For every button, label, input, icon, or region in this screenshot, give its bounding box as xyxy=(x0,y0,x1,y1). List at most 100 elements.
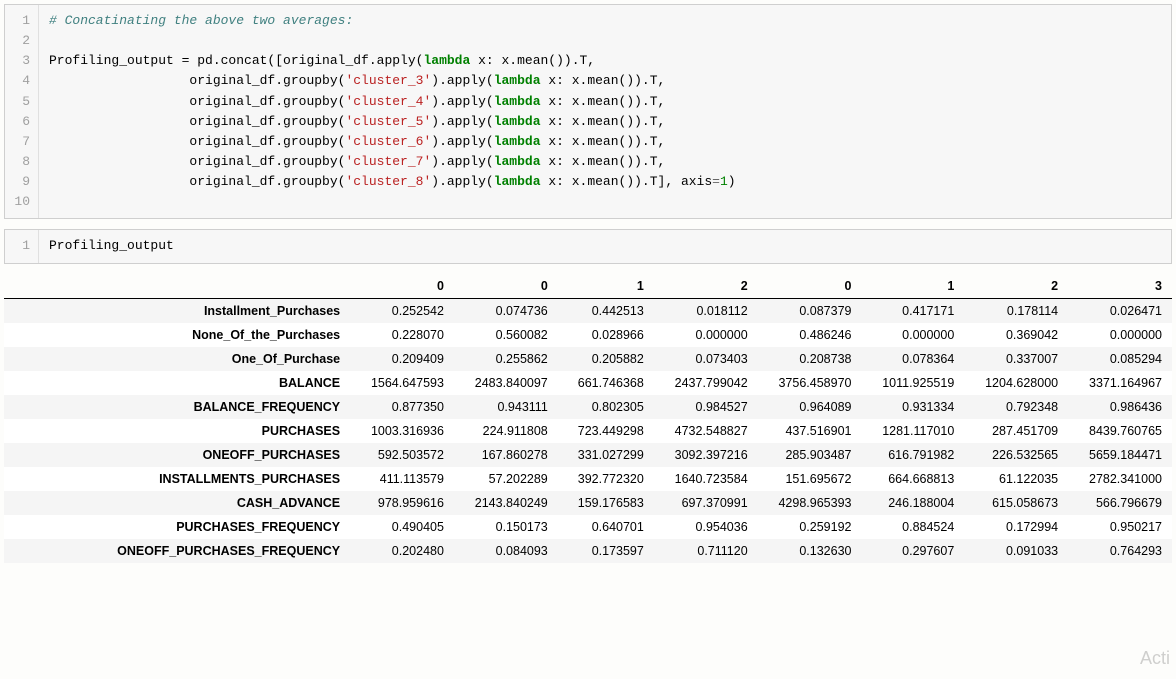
cell-value: 167.860278 xyxy=(454,443,558,467)
row-index: PURCHASES_FREQUENCY xyxy=(4,515,350,539)
table-row: Installment_Purchases0.2525420.0747360.4… xyxy=(4,298,1172,323)
table-row: One_Of_Purchase0.2094090.2558620.2058820… xyxy=(4,347,1172,371)
column-header: 2 xyxy=(964,274,1068,299)
cell-value: 2782.341000 xyxy=(1068,467,1172,491)
table-row: CASH_ADVANCE978.9596162143.840249159.176… xyxy=(4,491,1172,515)
cell-value: 2437.799042 xyxy=(654,371,758,395)
cell-value: 224.911808 xyxy=(454,419,558,443)
cell-value: 0.028966 xyxy=(558,323,654,347)
cell-value: 0.417171 xyxy=(861,298,964,323)
cell-value: 437.516901 xyxy=(758,419,862,443)
cell-value: 159.176583 xyxy=(558,491,654,515)
cell-value: 0.087379 xyxy=(758,298,862,323)
cell-value: 0.764293 xyxy=(1068,539,1172,563)
cell-value: 664.668813 xyxy=(861,467,964,491)
cell-value: 697.370991 xyxy=(654,491,758,515)
cell-value: 566.796679 xyxy=(1068,491,1172,515)
cell-value: 0.442513 xyxy=(558,298,654,323)
cell-value: 0.000000 xyxy=(654,323,758,347)
cell-value: 592.503572 xyxy=(350,443,454,467)
cell-value: 0.877350 xyxy=(350,395,454,419)
cell-value: 0.000000 xyxy=(861,323,964,347)
cell-value: 61.122035 xyxy=(964,467,1068,491)
code-text: Profiling_output xyxy=(49,238,174,253)
column-header: 2 xyxy=(654,274,758,299)
column-header: 3 xyxy=(1068,274,1172,299)
cell-value: 0.205882 xyxy=(558,347,654,371)
windows-activation-watermark: Acti xyxy=(1140,648,1170,669)
table-row: INSTALLMENTS_PURCHASES411.11357957.20228… xyxy=(4,467,1172,491)
cell-value: 0.884524 xyxy=(861,515,964,539)
cell-value: 0.228070 xyxy=(350,323,454,347)
line-gutter: 1 2 3 4 5 6 7 8 9 10 xyxy=(5,5,39,218)
cell-value: 0.132630 xyxy=(758,539,862,563)
table-row: BALANCE1564.6475932483.840097661.7463682… xyxy=(4,371,1172,395)
cell-value: 0.931334 xyxy=(861,395,964,419)
cell-value: 0.202480 xyxy=(350,539,454,563)
cell-value: 0.964089 xyxy=(758,395,862,419)
row-index: ONEOFF_PURCHASES_FREQUENCY xyxy=(4,539,350,563)
table-row: ONEOFF_PURCHASES_FREQUENCY0.2024800.0840… xyxy=(4,539,1172,563)
output-area: 00120123 Installment_Purchases0.2525420.… xyxy=(4,274,1172,563)
row-index: BALANCE xyxy=(4,371,350,395)
cell-value: 3371.164967 xyxy=(1068,371,1172,395)
row-index: One_Of_Purchase xyxy=(4,347,350,371)
cell-value: 0.084093 xyxy=(454,539,558,563)
code-cell-2: 1 Profiling_output xyxy=(4,229,1172,263)
table-header-row: 00120123 xyxy=(4,274,1172,299)
cell-value: 4732.548827 xyxy=(654,419,758,443)
column-header: 0 xyxy=(758,274,862,299)
code-editor-1[interactable]: # Concatinating the above two averages: … xyxy=(39,5,1171,218)
cell-value: 0.255862 xyxy=(454,347,558,371)
cell-value: 615.058673 xyxy=(964,491,1068,515)
cell-value: 1281.117010 xyxy=(861,419,964,443)
cell-value: 1003.316936 xyxy=(350,419,454,443)
cell-value: 723.449298 xyxy=(558,419,654,443)
cell-value: 978.959616 xyxy=(350,491,454,515)
cell-value: 246.188004 xyxy=(861,491,964,515)
cell-value: 0.954036 xyxy=(654,515,758,539)
column-header: 1 xyxy=(861,274,964,299)
cell-value: 0.490405 xyxy=(350,515,454,539)
cell-value: 0.486246 xyxy=(758,323,862,347)
cell-value: 2143.840249 xyxy=(454,491,558,515)
row-index: BALANCE_FREQUENCY xyxy=(4,395,350,419)
cell-value: 411.113579 xyxy=(350,467,454,491)
cell-value: 151.695672 xyxy=(758,467,862,491)
code-cell-1: 1 2 3 4 5 6 7 8 9 10 # Concatinating the… xyxy=(4,4,1172,219)
cell-value: 392.772320 xyxy=(558,467,654,491)
cell-value: 287.451709 xyxy=(964,419,1068,443)
cell-value: 285.903487 xyxy=(758,443,862,467)
row-index: Installment_Purchases xyxy=(4,298,350,323)
cell-value: 1011.925519 xyxy=(861,371,964,395)
cell-value: 0.950217 xyxy=(1068,515,1172,539)
dataframe-table: 00120123 Installment_Purchases0.2525420.… xyxy=(4,274,1172,563)
cell-value: 0.000000 xyxy=(1068,323,1172,347)
row-index: PURCHASES xyxy=(4,419,350,443)
cell-value: 4298.965393 xyxy=(758,491,862,515)
cell-value: 0.078364 xyxy=(861,347,964,371)
cell-value: 0.711120 xyxy=(654,539,758,563)
cell-value: 0.178114 xyxy=(964,298,1068,323)
code-editor-2[interactable]: Profiling_output xyxy=(39,230,1171,262)
row-index: INSTALLMENTS_PURCHASES xyxy=(4,467,350,491)
cell-value: 0.091033 xyxy=(964,539,1068,563)
cell-value: 5659.184471 xyxy=(1068,443,1172,467)
cell-value: 1204.628000 xyxy=(964,371,1068,395)
cell-value: 0.173597 xyxy=(558,539,654,563)
row-index: CASH_ADVANCE xyxy=(4,491,350,515)
cell-value: 0.074736 xyxy=(454,298,558,323)
cell-value: 0.986436 xyxy=(1068,395,1172,419)
cell-value: 0.172994 xyxy=(964,515,1068,539)
cell-value: 226.532565 xyxy=(964,443,1068,467)
cell-value: 3756.458970 xyxy=(758,371,862,395)
cell-value: 57.202289 xyxy=(454,467,558,491)
cell-value: 331.027299 xyxy=(558,443,654,467)
cell-value: 1564.647593 xyxy=(350,371,454,395)
index-header-blank xyxy=(4,274,350,299)
table-row: PURCHASES1003.316936224.911808723.449298… xyxy=(4,419,1172,443)
cell-value: 0.792348 xyxy=(964,395,1068,419)
cell-value: 3092.397216 xyxy=(654,443,758,467)
cell-value: 0.026471 xyxy=(1068,298,1172,323)
table-row: PURCHASES_FREQUENCY0.4904050.1501730.640… xyxy=(4,515,1172,539)
